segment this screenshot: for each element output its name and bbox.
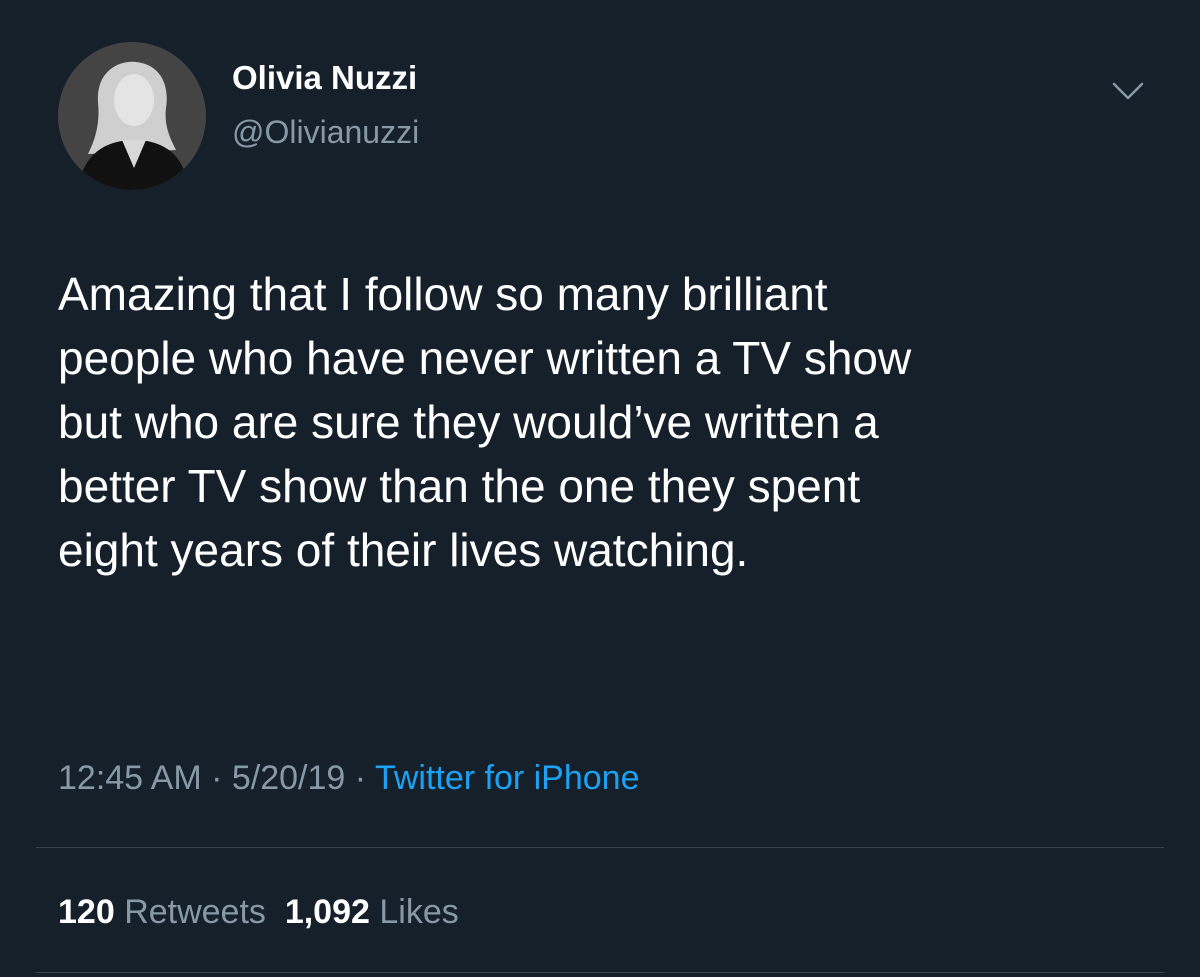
retweets-count: 120: [58, 893, 115, 931]
display-name[interactable]: Olivia Nuzzi: [232, 58, 417, 98]
likes-label: Likes: [379, 893, 459, 931]
tweet-date: 5/20/19: [231, 759, 346, 797]
meta-separator: ·: [345, 759, 375, 797]
tweet-card: Olivia Nuzzi @Olivianuzzi Amazing that I…: [0, 0, 1200, 977]
chevron-down-icon[interactable]: [1108, 72, 1148, 108]
likes-count: 1,092: [284, 893, 370, 931]
divider: [36, 847, 1164, 848]
retweets-stat[interactable]: 120 Retweets: [58, 893, 266, 931]
user-handle[interactable]: @Olivianuzzi: [232, 112, 419, 152]
tweet-text: Amazing that I follow so many brilliant …: [58, 268, 912, 576]
tweet-source-link[interactable]: Twitter for iPhone: [375, 759, 640, 797]
meta-separator: ·: [201, 759, 232, 797]
divider: [36, 972, 1164, 973]
avatar-photo: [58, 42, 206, 190]
retweets-label: Retweets: [124, 893, 266, 931]
tweet-time: 12:45 AM: [58, 759, 202, 797]
avatar[interactable]: [58, 42, 206, 190]
tweet-stats: 120 Retweets 1,092 Likes: [58, 890, 459, 934]
likes-stat[interactable]: 1,092 Likes: [285, 893, 459, 931]
tweet-meta: 12:45 AM · 5/20/19 · Twitter for iPhone: [58, 756, 640, 800]
